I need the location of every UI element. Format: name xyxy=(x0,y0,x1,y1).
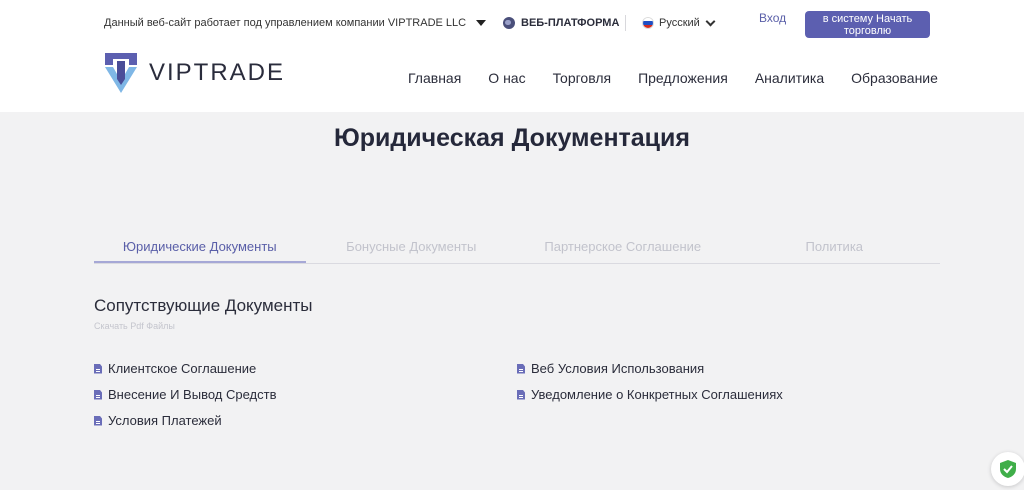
nav-item-offers[interactable]: Предложения xyxy=(638,70,728,86)
document-tabs: Юридические Документы Бонусные Документы… xyxy=(94,239,940,264)
brand-name: VIPTRADE xyxy=(149,59,286,86)
page-title: Юридическая Документация xyxy=(333,124,691,152)
logo[interactable]: VIPTRADE xyxy=(103,51,285,95)
tab-partner-agreement[interactable]: Партнерское Соглашение xyxy=(517,239,729,263)
file-icon xyxy=(517,389,525,400)
doc-label: Клиентское Соглашение xyxy=(108,361,257,376)
chevron-down-icon xyxy=(705,16,716,26)
login-link[interactable]: Вход xyxy=(759,11,786,25)
tab-bonus-documents[interactable]: Бонусные Документы xyxy=(306,239,518,263)
web-platform-link[interactable]: ВЕБ-ПЛАТФОРМА xyxy=(503,17,619,29)
doc-link-web-terms[interactable]: Веб Условия Использования xyxy=(517,361,704,376)
doc-link-specific-agreements-notice[interactable]: Уведомление о Конкретных Соглашениях xyxy=(517,387,783,402)
company-note-dropdown[interactable]: Данный веб-сайт работает под управлением… xyxy=(104,17,487,29)
doc-link-client-agreement[interactable]: Клиентское Соглашение xyxy=(94,361,256,376)
doc-link-payment-terms[interactable]: Условия Платежей xyxy=(94,413,222,428)
file-icon xyxy=(94,389,102,400)
file-icon xyxy=(94,415,102,426)
viptrade-logo-icon xyxy=(105,53,137,93)
nav-item-analytics[interactable]: Аналитика xyxy=(755,70,824,86)
security-badge[interactable] xyxy=(991,452,1024,486)
web-platform-label: ВЕБ-ПЛАТФОРМА xyxy=(521,17,620,29)
file-icon xyxy=(94,363,102,374)
shield-check-icon xyxy=(1000,460,1016,478)
section-subtitle: Скачать Pdf Файлы xyxy=(94,321,175,331)
start-trading-button[interactable]: в систему Начать торговлю xyxy=(805,11,930,38)
nav-item-home[interactable]: Главная xyxy=(408,70,461,86)
nav-item-about[interactable]: О нас xyxy=(488,70,525,86)
site-header: Данный веб-сайт работает под управлением… xyxy=(0,0,1024,112)
doc-label: Условия Платежей xyxy=(108,413,222,428)
main-nav: Главная О нас Торговля Предложения Анали… xyxy=(408,70,938,86)
topbar-divider xyxy=(625,15,626,31)
tab-policy[interactable]: Политика xyxy=(729,239,941,263)
language-selector[interactable]: Русский xyxy=(642,16,716,29)
file-icon xyxy=(517,363,525,374)
doc-label: Внесение И Вывод Средств xyxy=(108,387,277,402)
section-title: Сопутствующие Документы xyxy=(94,296,313,315)
nav-item-education[interactable]: Образование xyxy=(851,70,938,86)
doc-label: Веб Условия Использования xyxy=(531,361,705,376)
caret-down-icon xyxy=(476,20,487,26)
tab-legal-documents[interactable]: Юридические Документы xyxy=(94,239,306,263)
russian-flag-icon xyxy=(642,17,654,29)
company-note-text: Данный веб-сайт работает под управлением… xyxy=(104,17,467,29)
language-label: Русский xyxy=(659,17,700,29)
globe-icon xyxy=(503,17,515,29)
doc-label: Уведомление о Конкретных Соглашениях xyxy=(531,387,783,402)
doc-link-deposits-withdrawals[interactable]: Внесение И Вывод Средств xyxy=(94,387,276,402)
nav-item-trading[interactable]: Торговля xyxy=(553,70,611,86)
